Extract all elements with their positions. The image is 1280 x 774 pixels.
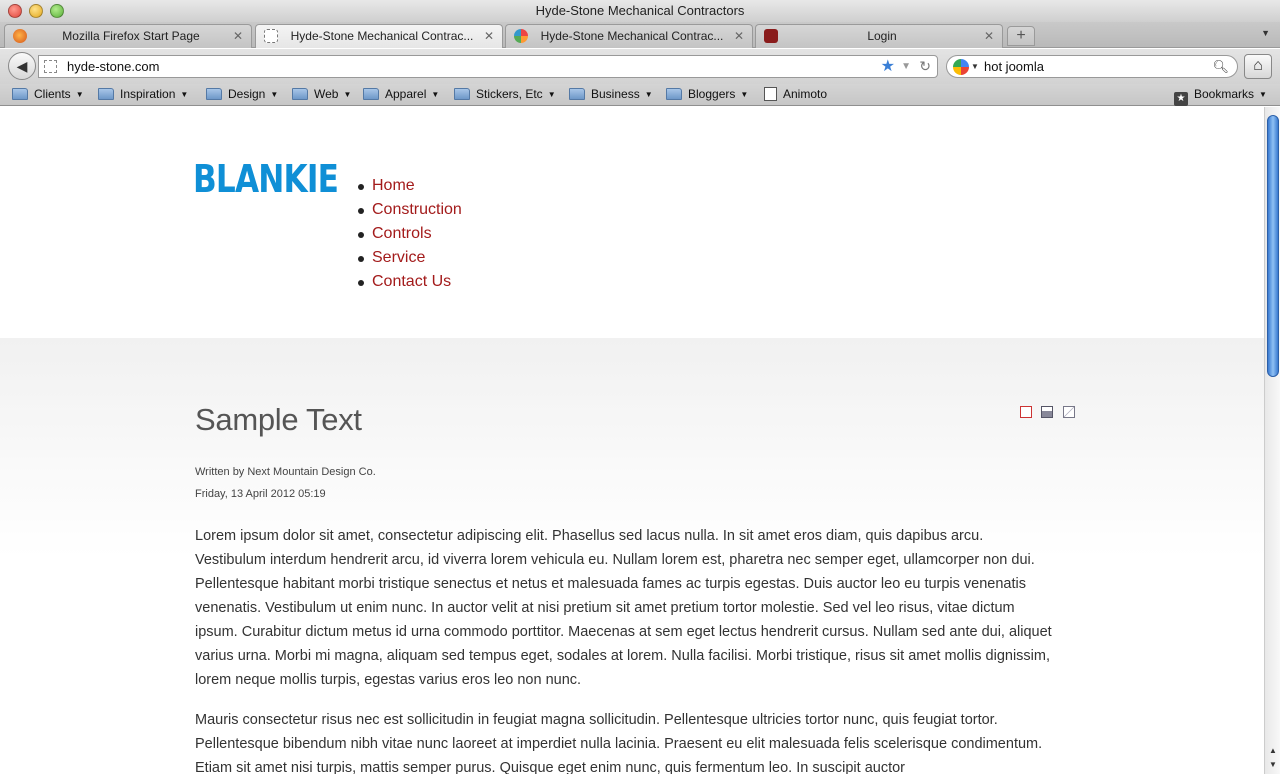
search-icon[interactable]: 🔍︎: [1212, 56, 1229, 77]
blank-page-icon: [264, 29, 278, 43]
main-menu: Home Construction Controls Service Conta…: [358, 174, 462, 294]
new-tab-button[interactable]: +: [1007, 26, 1035, 46]
search-input[interactable]: hot joomla: [984, 56, 1044, 77]
login-icon: [764, 29, 778, 43]
url-bar[interactable]: hyde-stone.com ★ ▼ ↻: [38, 55, 938, 78]
folder-icon: [12, 88, 28, 100]
reload-icon[interactable]: ↻: [919, 56, 931, 77]
site-logo[interactable]: BLANKIE: [193, 159, 339, 199]
page-identity-icon[interactable]: [44, 60, 57, 73]
navigation-toolbar: ◀ hyde-stone.com ★ ▼ ↻ ▼ hot joomla 🔍︎ ⌂: [0, 49, 1280, 84]
close-tab-icon[interactable]: ✕: [984, 25, 994, 47]
bookmark-folder-design[interactable]: Design ▼: [206, 84, 278, 106]
bookmark-folder-bloggers[interactable]: Bloggers ▼: [666, 84, 748, 106]
bookmark-animoto[interactable]: Animoto: [764, 84, 827, 106]
bookmarks-star-icon: ★: [1174, 92, 1188, 106]
menu-link-home[interactable]: Home: [372, 177, 415, 194]
menu-link-contact-us[interactable]: Contact Us: [372, 273, 451, 290]
back-button[interactable]: ◀: [8, 52, 36, 80]
print-icon[interactable]: [1041, 406, 1054, 418]
google-icon[interactable]: [953, 59, 969, 75]
article-author: Written by Next Mountain Design Co.: [195, 466, 376, 478]
close-window-button[interactable]: [8, 4, 22, 18]
menu-item-construction: Construction: [358, 198, 462, 222]
bookmark-folder-business[interactable]: Business ▼: [569, 84, 653, 106]
search-engine-dropdown-icon[interactable]: ▼: [971, 56, 979, 77]
folder-icon: [569, 88, 585, 100]
tab-strip: Mozilla Firefox Start Page ✕ Hyde-Stone …: [0, 22, 1280, 48]
bookmark-folder-apparel[interactable]: Apparel ▼: [363, 84, 439, 106]
folder-icon: [363, 88, 379, 100]
scroll-up-arrow-icon[interactable]: ▲: [1265, 744, 1280, 758]
folder-icon: [206, 88, 222, 100]
folder-icon: [292, 88, 308, 100]
tab-label: Login: [867, 29, 897, 43]
menu-link-construction[interactable]: Construction: [372, 201, 462, 218]
list-all-tabs-icon[interactable]: ▼: [1261, 28, 1270, 38]
close-tab-icon[interactable]: ✕: [734, 25, 744, 47]
bookmarks-toolbar: Clients ▼ Inspiration ▼ Design ▼ Web ▼ Appar…: [0, 84, 1280, 106]
vertical-scrollbar[interactable]: ▲ ▼: [1264, 107, 1280, 774]
bookmarks-menu[interactable]: ★ Bookmarks ▼: [1174, 84, 1267, 106]
history-dropdown-icon[interactable]: ▼: [901, 56, 911, 77]
article-paragraph: Mauris consectetur risus nec est sollici…: [195, 712, 1043, 774]
tab-hyde-stone-active[interactable]: Hyde-Stone Mechanical Contrac... ✕: [255, 24, 503, 48]
menu-item-service: Service: [358, 246, 462, 270]
article-title: Sample Text: [195, 402, 362, 437]
menu-item-home: Home: [358, 174, 462, 198]
tab-label: Hyde-Stone Mechanical Contrac...: [290, 29, 474, 43]
zoom-window-button[interactable]: [50, 4, 64, 18]
article-paragraph: Lorem ipsum dolor sit amet, consectetur …: [195, 528, 1052, 688]
scroll-down-arrow-icon[interactable]: ▼: [1265, 758, 1280, 772]
email-icon[interactable]: [1062, 406, 1075, 418]
menu-link-controls[interactable]: Controls: [372, 225, 432, 242]
menu-item-controls: Controls: [358, 222, 462, 246]
bookmark-folder-clients[interactable]: Clients ▼: [12, 84, 84, 106]
search-bar[interactable]: ▼ hot joomla 🔍︎: [946, 55, 1238, 78]
minimize-window-button[interactable]: [29, 4, 43, 18]
scrollbar-thumb[interactable]: [1267, 115, 1279, 377]
menu-link-service[interactable]: Service: [372, 249, 425, 266]
page-icon: [764, 87, 777, 101]
tab-firefox-start[interactable]: Mozilla Firefox Start Page ✕: [4, 24, 252, 48]
folder-icon: [454, 88, 470, 100]
folder-icon: [666, 88, 682, 100]
url-text[interactable]: hyde-stone.com: [67, 56, 160, 77]
bookmark-folder-web[interactable]: Web ▼: [292, 84, 351, 106]
close-tab-icon[interactable]: ✕: [233, 25, 243, 47]
pdf-icon[interactable]: [1020, 406, 1032, 418]
bookmark-star-icon[interactable]: ★: [881, 56, 895, 77]
article-area: Sample Text Written by Next Mountain Des…: [0, 338, 1264, 774]
article-actions: [1020, 406, 1080, 424]
tab-label: Mozilla Firefox Start Page: [62, 29, 200, 43]
bookmark-folder-inspiration[interactable]: Inspiration ▼: [98, 84, 188, 106]
firefox-icon: [13, 29, 27, 43]
folder-icon: [98, 88, 114, 100]
tab-label: Hyde-Stone Mechanical Contrac...: [540, 29, 724, 43]
site-header: BLANKIE Home Construction Controls Servi…: [0, 107, 1264, 338]
tab-hyde-stone-joomla[interactable]: Hyde-Stone Mechanical Contrac... ✕: [505, 24, 753, 48]
article-date: Friday, 13 April 2012 05:19: [195, 488, 326, 500]
menu-item-contact: Contact Us: [358, 270, 462, 294]
window-title: Hyde-Stone Mechanical Contractors: [535, 3, 745, 18]
joomla-icon: [514, 29, 528, 43]
bookmark-folder-stickers[interactable]: Stickers, Etc ▼: [454, 84, 556, 106]
home-button[interactable]: ⌂: [1244, 54, 1272, 79]
close-tab-icon[interactable]: ✕: [484, 25, 494, 47]
window-titlebar: Hyde-Stone Mechanical Contractors: [0, 0, 1280, 22]
page-viewport: BLANKIE Home Construction Controls Servi…: [0, 107, 1264, 774]
tab-login[interactable]: Login ✕: [755, 24, 1003, 48]
